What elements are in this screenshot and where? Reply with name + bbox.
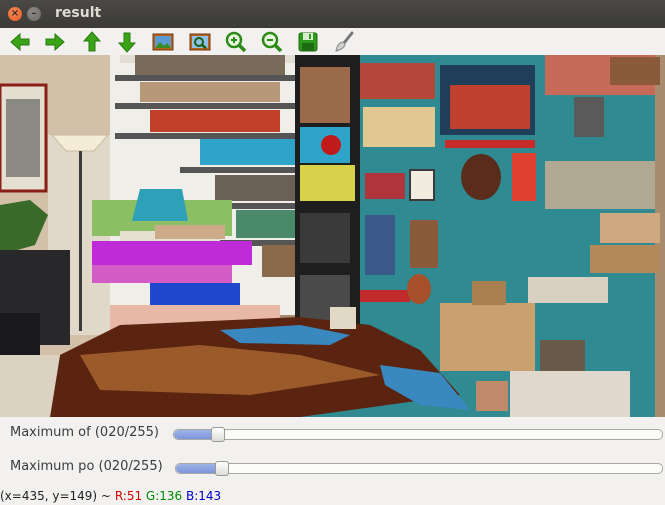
minimize-button[interactable]: – — [27, 7, 41, 21]
zoom-in-icon[interactable] — [224, 30, 248, 54]
toolbar — [0, 28, 665, 55]
zoom-fit-icon[interactable] — [188, 30, 212, 54]
arrow-right-icon[interactable] — [43, 30, 67, 54]
close-button[interactable]: × — [8, 7, 22, 21]
image-icon[interactable] — [151, 30, 175, 54]
zoom-out-icon[interactable] — [260, 30, 284, 54]
trackbar-handle[interactable] — [211, 427, 225, 442]
title-bar: × – result — [0, 0, 665, 28]
trackbar-label: Maximum po (020/255) — [10, 459, 163, 474]
arrow-left-icon[interactable] — [8, 30, 32, 54]
image-display[interactable] — [0, 55, 665, 417]
status-red: R:51 — [114, 489, 143, 503]
status-bar: (x=435, y=149) ~ R:51 G:136 B:143 — [0, 488, 665, 505]
status-coords: (x=435, y=149) ~ — [0, 489, 111, 503]
status-blue: B:143 — [186, 489, 222, 503]
close-icon: × — [10, 8, 20, 19]
trackbar-handle[interactable] — [215, 461, 229, 476]
properties-brush-icon[interactable] — [332, 30, 356, 54]
status-green: G:136 — [145, 489, 183, 503]
trackbar-track[interactable] — [175, 461, 663, 476]
window-title: result — [55, 5, 102, 21]
arrow-up-icon[interactable] — [80, 30, 104, 54]
trackbar-track[interactable] — [173, 427, 663, 442]
result-image — [0, 55, 665, 417]
minimize-icon: – — [31, 8, 37, 19]
arrow-down-icon[interactable] — [115, 30, 139, 54]
trackbar-label: Maximum of (020/255) — [10, 425, 159, 440]
trackbar-max-of: Maximum of (020/255) — [0, 421, 665, 447]
save-icon[interactable] — [296, 30, 320, 54]
trackbar-max-po: Maximum po (020/255) — [0, 455, 665, 481]
